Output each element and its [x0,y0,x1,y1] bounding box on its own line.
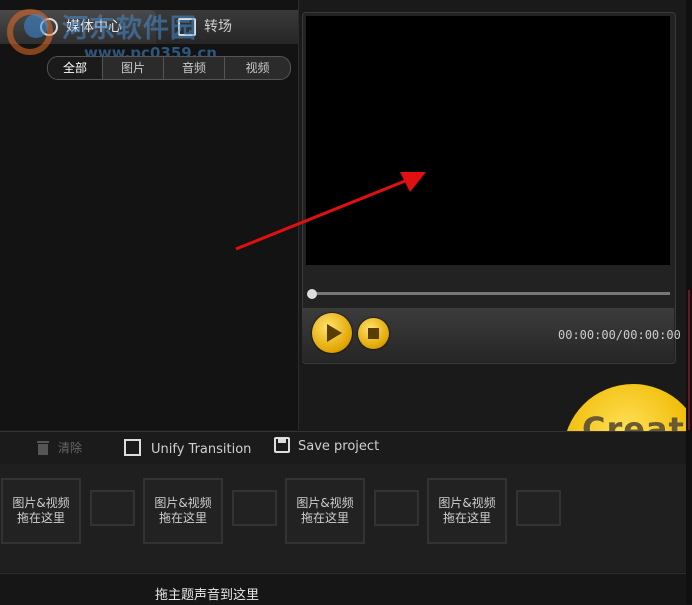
transition-slot-1[interactable] [90,490,135,526]
filter-audio[interactable]: 音频 [164,57,225,79]
unify-transition-label: Unify Transition [151,442,252,457]
storyboard-slot-3[interactable]: 图片&视频 拖在这里 [285,478,365,544]
audio-track-label: 拖主题声音到这里 [155,588,260,603]
storyboard-slot-4[interactable]: 图片&视频 拖在这里 [427,478,507,544]
seek-knob[interactable] [307,289,317,299]
slot-line2: 拖在这里 [158,511,207,525]
play-icon [327,324,342,342]
time-display: 00:00:00/00:00:00 [558,328,681,342]
watermark-title: 河东软件园 [62,14,198,44]
stop-icon [368,328,379,339]
slot-line2: 拖在这里 [300,511,349,525]
slot-line1: 图片&视频 [12,496,70,510]
watermark-logo-icon [7,9,53,55]
filter-video[interactable]: 视频 [225,57,290,79]
trash-icon [37,441,49,455]
clear-button[interactable]: 清除 [36,437,82,459]
seek-bar[interactable] [312,292,670,295]
filter-all[interactable]: 全部 [48,57,103,79]
transition-slot-4[interactable] [516,490,561,526]
slot-line1: 图片&视频 [296,496,354,510]
audio-track[interactable] [0,573,692,605]
filter-images[interactable]: 图片 [103,57,164,79]
slot-line1: 图片&视频 [154,496,212,510]
storyboard-slot-2[interactable]: 图片&视频 拖在这里 [143,478,223,544]
save-project-button[interactable]: Save project [274,437,379,457]
window-edge-accent [688,290,690,430]
slot-line1: 图片&视频 [438,496,496,510]
unify-transition-checkbox[interactable]: Unify Transition [124,439,251,459]
clear-button-label: 清除 [58,441,83,455]
transition-slot-2[interactable] [232,490,277,526]
slot-line2: 拖在这里 [16,511,65,525]
stop-button[interactable] [358,318,389,349]
annotation-arrow-icon [235,172,426,251]
slot-line2: 拖在这里 [442,511,491,525]
media-filter-bar: 全部 图片 音频 视频 [47,56,291,80]
storyboard-slot-1[interactable]: 图片&视频 拖在这里 [1,478,81,544]
transition-slot-3[interactable] [374,490,419,526]
save-project-label: Save project [298,439,380,454]
checkbox-icon[interactable] [124,439,141,456]
save-icon [274,437,290,453]
play-button[interactable] [312,313,352,353]
tab-transition-label: 转场 [204,19,232,35]
